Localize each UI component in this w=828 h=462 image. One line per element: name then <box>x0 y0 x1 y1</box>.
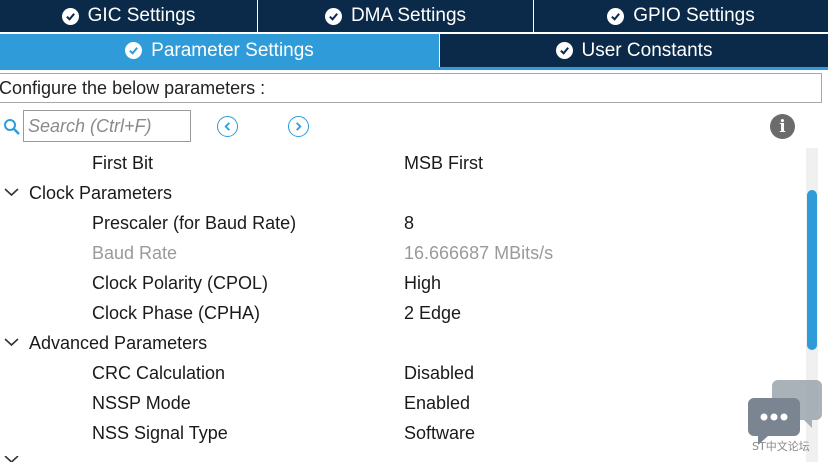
param-value[interactable]: 8 <box>404 213 414 234</box>
tab-user-constants[interactable]: User Constants <box>440 32 828 67</box>
param-value[interactable]: High <box>404 273 441 294</box>
chevron-down-icon[interactable] <box>4 337 19 347</box>
chevron-right-icon <box>296 122 302 131</box>
tab-row-bottom: Parameter Settings User Constants <box>0 32 828 67</box>
param-row-prescaler[interactable]: Prescaler (for Baud Rate) 8 <box>0 208 806 238</box>
param-value[interactable]: 2 Edge <box>404 303 461 324</box>
chevron-left-icon <box>224 122 230 131</box>
group-label: Advanced Parameters <box>29 332 208 353</box>
group-clock-parameters[interactable]: Clock Parameters <box>0 178 806 208</box>
tab-row-top: GIC Settings DMA Settings GPIO Settings <box>0 0 828 32</box>
info-icon[interactable]: i <box>770 114 795 139</box>
check-circle-icon <box>607 7 625 25</box>
param-row-crc[interactable]: CRC Calculation Disabled <box>0 358 806 388</box>
search-input[interactable]: Search (Ctrl+F) <box>23 110 191 142</box>
param-value: 16.666687 MBits/s <box>404 242 554 263</box>
scrollbar-thumb[interactable] <box>807 190 817 350</box>
check-circle-icon <box>61 7 79 25</box>
chevron-down-icon[interactable] <box>4 456 19 462</box>
param-name: NSSP Mode <box>92 392 191 413</box>
group-label: Clock Parameters <box>29 182 173 203</box>
tab-label: GIC Settings <box>87 5 196 26</box>
tab-label: User Constants <box>581 39 713 61</box>
search-prev-button[interactable] <box>217 116 238 137</box>
config-label: Configure the below parameters : <box>0 73 822 103</box>
param-value[interactable]: Enabled <box>404 393 470 414</box>
check-circle-icon <box>125 42 143 59</box>
search-next-button[interactable] <box>288 116 309 137</box>
param-row-cpol[interactable]: Clock Polarity (CPOL) High <box>0 268 806 298</box>
param-row-baud-rate: Baud Rate 16.666687 MBits/s <box>0 238 806 268</box>
parameter-list: First Bit MSB First Clock Parameters Pre… <box>0 148 806 462</box>
search-icon[interactable] <box>3 118 21 136</box>
param-name: Clock Polarity (CPOL) <box>92 272 269 293</box>
check-circle-icon <box>555 42 573 59</box>
param-value[interactable]: Software <box>404 423 475 444</box>
active-tab-underline <box>0 67 828 70</box>
search-placeholder: Search (Ctrl+F) <box>28 115 152 136</box>
watermark-text: ST中文论坛 <box>752 440 810 453</box>
param-name: Prescaler (for Baud Rate) <box>92 212 297 233</box>
tab-gic-settings[interactable]: GIC Settings <box>0 0 258 32</box>
param-row-first-bit[interactable]: First Bit MSB First <box>0 148 806 178</box>
param-value[interactable]: MSB First <box>404 153 483 174</box>
tab-parameter-settings[interactable]: Parameter Settings <box>0 32 440 67</box>
tab-gpio-settings[interactable]: GPIO Settings <box>534 0 828 32</box>
param-row-nss-type[interactable]: NSS Signal Type Software <box>0 418 806 448</box>
param-name: First Bit <box>92 152 153 173</box>
chevron-down-icon[interactable] <box>4 187 19 197</box>
tab-dma-settings[interactable]: DMA Settings <box>258 0 534 32</box>
tab-label: DMA Settings <box>350 5 467 26</box>
param-value[interactable]: Disabled <box>404 363 474 384</box>
param-name: Baud Rate <box>92 242 178 263</box>
check-circle-icon <box>324 7 342 25</box>
group-advanced-parameters[interactable]: Advanced Parameters <box>0 328 806 358</box>
param-name: NSS Signal Type <box>92 422 228 443</box>
param-row-cpha[interactable]: Clock Phase (CPHA) 2 Edge <box>0 298 806 328</box>
param-name: Clock Phase (CPHA) <box>92 302 261 323</box>
param-row-nssp[interactable]: NSSP Mode Enabled <box>0 388 806 418</box>
tab-label: Parameter Settings <box>151 39 314 61</box>
tab-label: GPIO Settings <box>633 5 755 26</box>
param-name: CRC Calculation <box>92 362 226 383</box>
